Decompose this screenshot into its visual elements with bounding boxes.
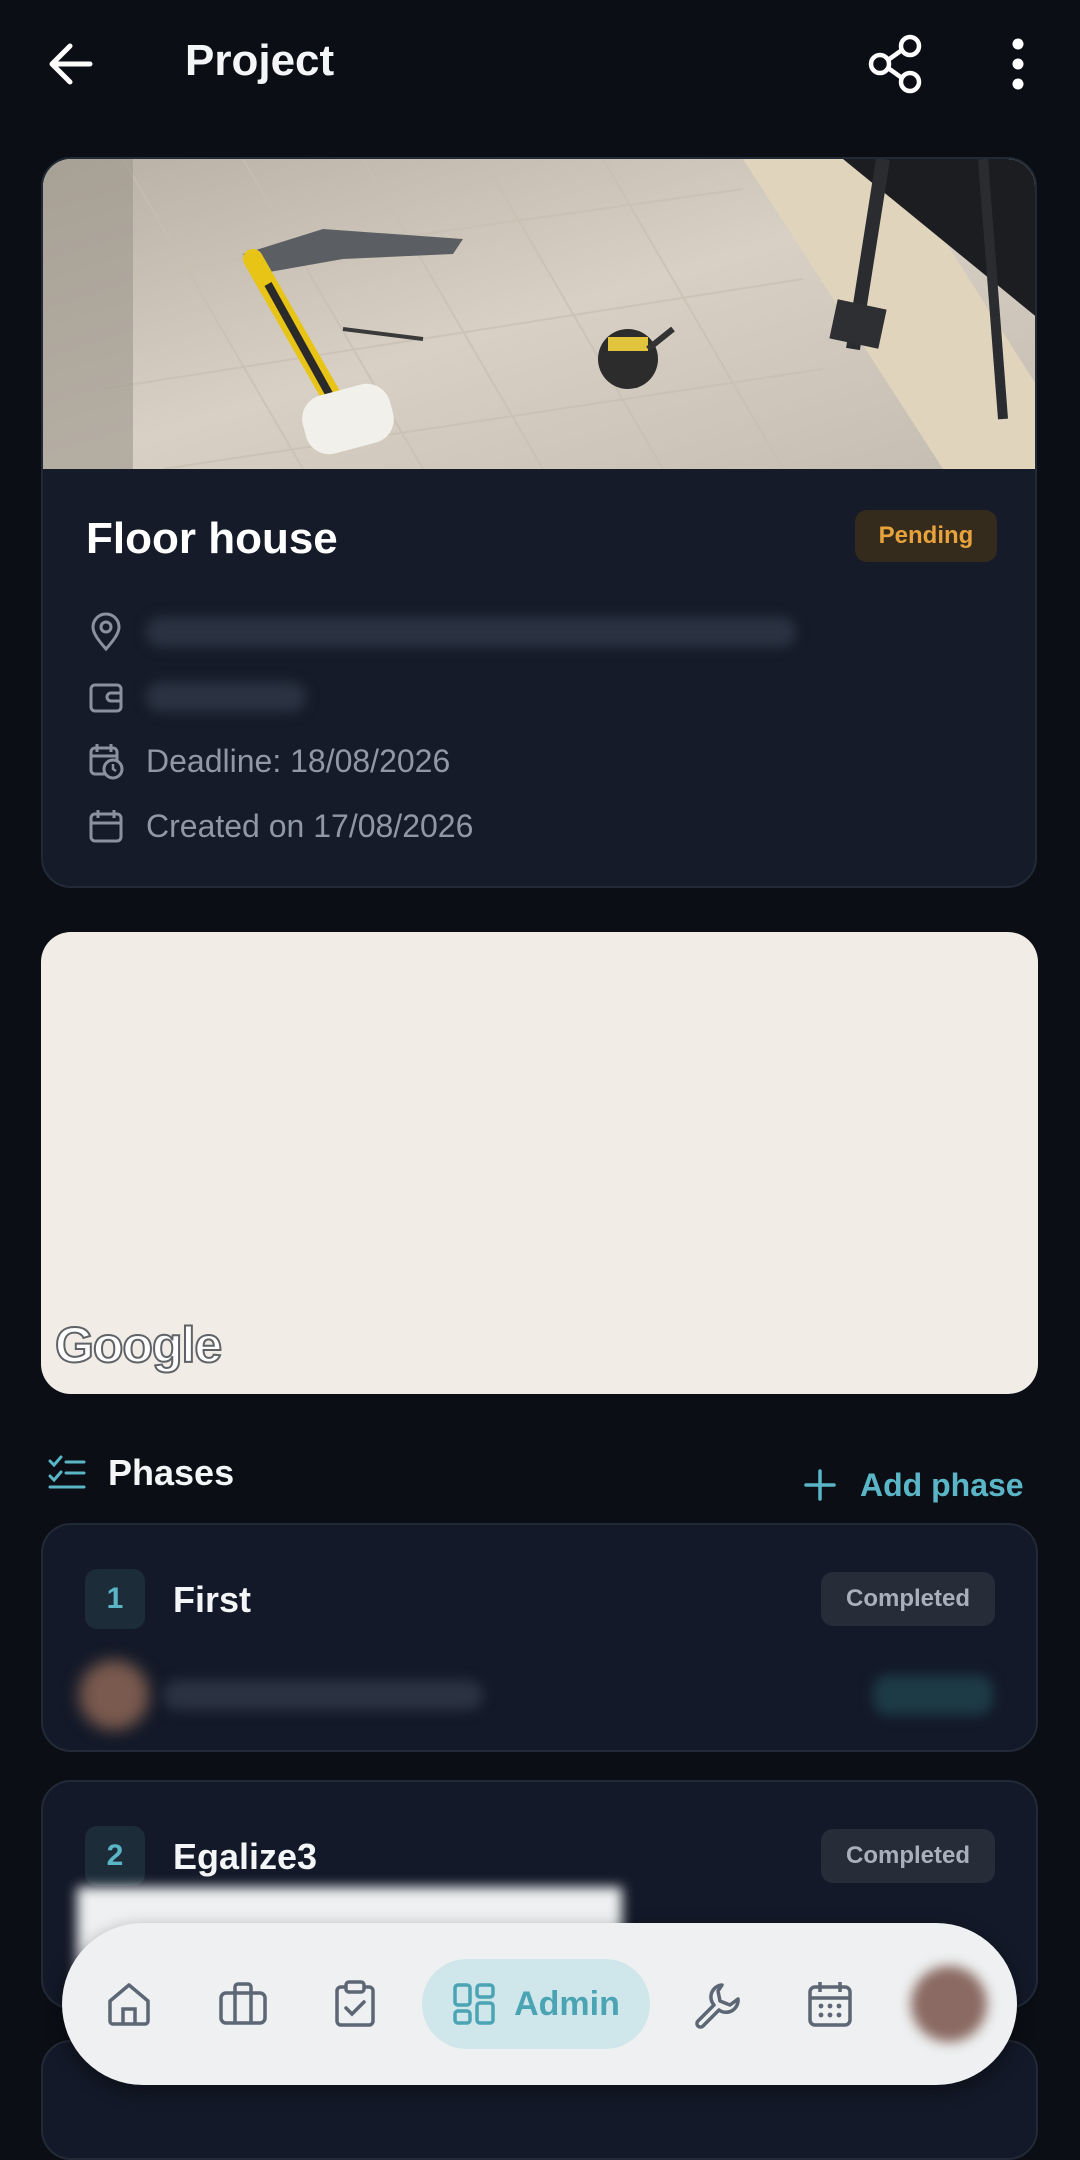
- created-row: Created on 17/08/2026: [86, 804, 473, 848]
- phase-card[interactable]: 1 First Completed: [41, 1523, 1038, 1752]
- phase-number: 2: [85, 1826, 145, 1886]
- phase-name: Egalize3: [173, 1836, 318, 1877]
- wallet-icon: [86, 677, 126, 717]
- more-vertical-icon: [1012, 38, 1024, 90]
- plus-icon: [804, 1469, 836, 1501]
- add-phase-button[interactable]: Add phase: [800, 1460, 1024, 1510]
- nav-calendar[interactable]: [795, 1969, 865, 2039]
- project-card: Floor house Pending Deadline: 18/08/2026…: [41, 157, 1037, 888]
- project-name: Floor house: [86, 514, 338, 563]
- more-options-button[interactable]: [1000, 32, 1036, 96]
- phase-status-badge: Completed: [821, 1829, 995, 1883]
- calendar-clock-icon: [86, 741, 126, 781]
- nav-tools[interactable]: [682, 1969, 752, 2039]
- map-pin-icon: [86, 612, 126, 652]
- assignee-avatar: [79, 1660, 149, 1730]
- back-button[interactable]: [42, 34, 102, 94]
- wrench-icon: [695, 1983, 740, 2029]
- location-map[interactable]: Google: [41, 932, 1038, 1394]
- briefcase-icon: [219, 1982, 267, 2025]
- created-text: Created on 17/08/2026: [146, 807, 474, 844]
- calendar-icon: [808, 1982, 852, 2027]
- dashboard-icon: [453, 1983, 495, 2025]
- budget-redacted: [146, 682, 306, 712]
- phase-number: 1: [85, 1569, 145, 1629]
- add-phase-label: Add phase: [860, 1466, 1024, 1503]
- checklist-icon: [48, 1454, 86, 1492]
- top-app-bar: Project: [0, 0, 1080, 130]
- project-cover-image: [43, 159, 1035, 469]
- phases-heading: Phases: [108, 1452, 235, 1493]
- nav-profile[interactable]: [908, 1963, 990, 2045]
- phase-name: First: [173, 1579, 252, 1620]
- nav-home[interactable]: [94, 1969, 164, 2039]
- clipboard-check-icon: [335, 1980, 375, 2027]
- nav-projects[interactable]: [208, 1969, 278, 2039]
- action-redacted: [873, 1675, 993, 1715]
- google-logo: Google: [54, 1316, 223, 1374]
- nav-tasks[interactable]: [320, 1969, 390, 2039]
- deadline-row: Deadline: 18/08/2026: [86, 739, 450, 783]
- nav-admin-label: Admin: [514, 1984, 620, 2023]
- phase-status-badge: Completed: [821, 1572, 995, 1626]
- assignee-redacted: [163, 1680, 483, 1710]
- page-title: Project: [185, 36, 335, 85]
- deadline-text: Deadline: 18/08/2026: [146, 742, 451, 779]
- calendar-icon: [86, 806, 126, 846]
- share-icon: [868, 34, 922, 94]
- arrow-left-icon: [49, 43, 93, 85]
- nav-admin[interactable]: Admin: [422, 1959, 650, 2049]
- address-row: [86, 610, 796, 654]
- home-icon: [108, 1983, 150, 2026]
- share-button[interactable]: [864, 32, 928, 96]
- address-redacted: [146, 617, 796, 647]
- bottom-navigation: Admin: [62, 1923, 1017, 2085]
- status-badge: Pending: [855, 510, 997, 562]
- budget-row: [86, 675, 306, 719]
- avatar: [911, 1966, 987, 2042]
